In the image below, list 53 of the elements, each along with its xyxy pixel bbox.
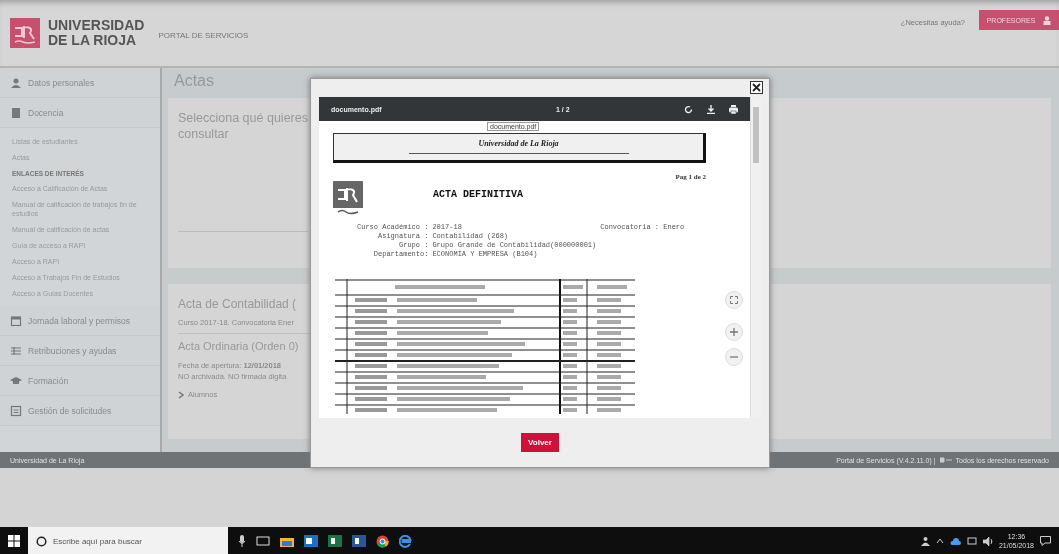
fit-page-button[interactable] [725, 291, 743, 309]
cloud-icon [949, 537, 961, 545]
search-field[interactable]: Escribe aquí para buscar [28, 527, 228, 554]
section-label: Docencia [28, 107, 64, 118]
card-prompt: consultar [178, 126, 229, 142]
university-name: UNIVERSIDAD [48, 18, 145, 33]
caret-up-icon [935, 538, 944, 544]
mail-icon [304, 535, 318, 547]
section-label: Datos personales [28, 77, 95, 88]
user-icon [1043, 15, 1052, 25]
plus-icon [730, 328, 738, 336]
document-icon [352, 535, 366, 547]
university-logo-icon [333, 181, 363, 215]
zoom-out-button[interactable] [725, 348, 743, 366]
close-icon [752, 83, 761, 92]
section-label: Gestión de solicitudes [28, 405, 112, 416]
person-icon [920, 536, 930, 546]
mic-icon [238, 535, 246, 547]
notification-icon [1040, 536, 1051, 546]
minus-icon [730, 353, 738, 361]
book-icon [10, 106, 22, 119]
university-logo-icon [10, 18, 40, 48]
calendar-icon [10, 314, 22, 327]
zoom-in-button[interactable] [725, 323, 743, 341]
print-icon [729, 104, 738, 114]
form-icon [10, 404, 22, 417]
graduation-cap-icon [10, 374, 22, 387]
section-label: Jornada laboral y permisos [28, 315, 131, 326]
spreadsheet-icon [328, 535, 342, 547]
card-prompt: Selecciona qué quieres [178, 110, 308, 126]
list-icon [10, 344, 22, 357]
network-icon [966, 536, 977, 546]
fit-page-icon [730, 296, 738, 304]
globe-icon [399, 534, 412, 548]
rotate-icon [684, 104, 693, 114]
folder-icon [280, 535, 294, 547]
task-view-icon [256, 536, 270, 546]
chevron-right-icon [178, 390, 184, 399]
section-label: Formación [28, 375, 69, 386]
acta-title: Acta de Contabilidad ( [178, 297, 297, 311]
document-header: Universidad de La Rioja [478, 139, 559, 148]
download-icon [707, 104, 715, 114]
close-button[interactable] [750, 81, 763, 94]
windows-icon [8, 535, 20, 547]
portal-title: PORTAL DE SERVICIOS [158, 30, 249, 40]
speaker-icon [982, 536, 993, 546]
back-button[interactable]: Volver [521, 433, 559, 452]
university-name: DE LA RIOJA [48, 33, 138, 48]
user-icon [10, 76, 22, 89]
document-title: ACTA DEFINITIVA [433, 189, 523, 200]
section-label: Retribuciones y ayudas [28, 345, 117, 356]
search-circle-icon [36, 535, 47, 547]
chrome-browser-icon [376, 534, 389, 548]
